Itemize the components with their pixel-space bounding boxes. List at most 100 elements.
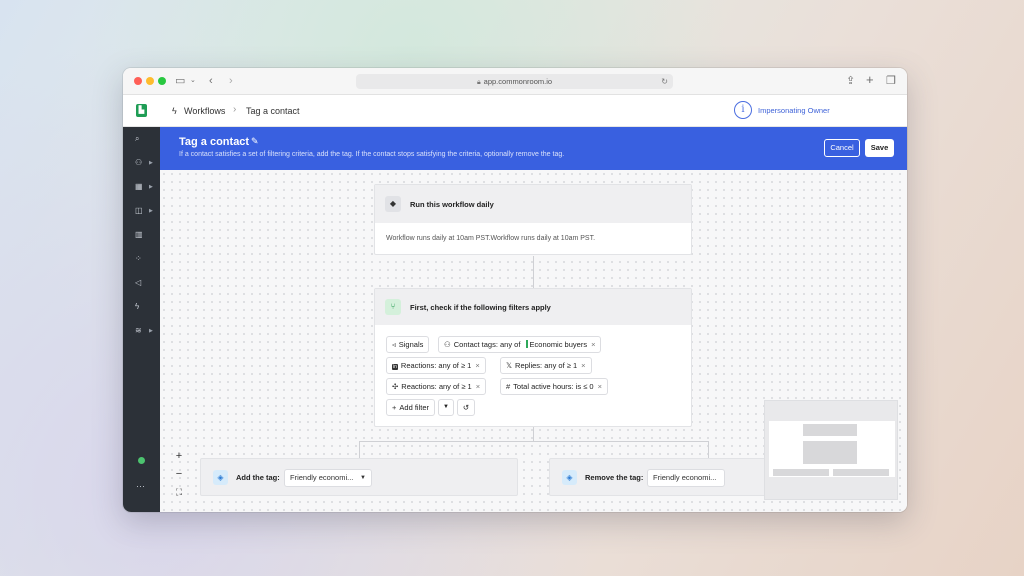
back-icon[interactable]: ‹: [209, 74, 213, 88]
remove-filter-icon[interactable]: ×: [591, 340, 595, 349]
people-icon: ⚇: [135, 158, 143, 167]
lock-icon: 🔒︎: [476, 79, 481, 86]
filters-title: First, check if the following filters ap…: [410, 303, 551, 312]
workflow-canvas[interactable]: ◆ Run this workflow daily Workflow runs …: [160, 170, 907, 512]
more-icon[interactable]: ···: [136, 481, 145, 491]
minimap-viewport: [769, 421, 895, 477]
fit-view-icon[interactable]: ⛶: [172, 485, 186, 499]
caret-right-icon: ▶: [149, 160, 153, 166]
filter-chip-contact-tags[interactable]: ⚇ Contact tags: any of Economic buyers ×: [438, 336, 602, 353]
zoom-out-button[interactable]: −: [172, 467, 186, 481]
chevron-right-icon: ›: [233, 104, 237, 115]
tabs-icon[interactable]: ❐: [886, 74, 896, 88]
chip-label: Signals: [398, 340, 424, 349]
browser-window: ▭ ⌄ ‹ › 🔒︎ app.commonroom.io ↻ ⇪ + ❐ ▙ ϟ …: [123, 68, 907, 512]
x-logo-icon: 𝕏: [506, 361, 513, 370]
browser-toolbar: ▭ ⌄ ‹ › 🔒︎ app.commonroom.io ↻ ⇪ + ❐: [123, 68, 907, 95]
filter-chip-signals[interactable]: ◃ Signals: [386, 336, 430, 353]
chip-label: Reactions: any of ≥ 1: [401, 382, 472, 391]
share-icon[interactable]: ⇪: [846, 74, 855, 88]
workflow-header: Tag a contact ✎ If a contact satisfies a…: [160, 127, 907, 170]
minimap-node: [803, 441, 857, 464]
chip-label: Replies: any of ≥ 1: [515, 361, 578, 370]
undo-icon: ↺: [462, 403, 470, 412]
minimize-window-button[interactable]: [146, 77, 154, 85]
save-button[interactable]: Save: [865, 139, 894, 157]
sidebar-item-insights[interactable]: ≋ ▶: [123, 323, 160, 339]
remove-filter-icon[interactable]: ×: [581, 361, 585, 370]
impersonating-owner-link[interactable]: Impersonating Owner: [758, 106, 830, 115]
maximize-window-button[interactable]: [158, 77, 166, 85]
reload-icon[interactable]: ↻: [661, 74, 668, 89]
dashboard-icon: ▥: [135, 230, 143, 239]
tag-person-icon: ⚇: [444, 340, 451, 349]
chevron-down-icon[interactable]: ⌄: [190, 74, 196, 88]
filter-chip-active-hours[interactable]: # Total active hours: is ≤ 0 ×: [500, 378, 608, 395]
tag-color-swatch: [525, 340, 528, 348]
remove-tag-value: Friendly economi...: [653, 473, 717, 482]
wave-icon: ≋: [135, 326, 142, 335]
add-filter-dropdown-button[interactable]: ▼: [438, 399, 454, 416]
trigger-card-header: ◆ Run this workflow daily: [375, 185, 691, 223]
sidebar-item-conversations[interactable]: ◫ ▶: [123, 203, 160, 219]
status-indicator: [138, 457, 145, 464]
page-title: Tag a contact: [179, 136, 250, 148]
filter-chip-linkedin-reactions[interactable]: in Reactions: any of ≥ 1 ×: [386, 357, 486, 374]
filters-card[interactable]: ⑂ First, check if the following filters …: [374, 288, 692, 427]
cancel-button[interactable]: Cancel: [824, 139, 860, 157]
trigger-title: Run this workflow daily: [410, 200, 494, 209]
url-text: app.commonroom.io: [483, 77, 553, 86]
sidebar-toggle-icon[interactable]: ▭: [175, 74, 185, 88]
remove-tag-label: Remove the tag:: [585, 473, 644, 482]
sidebar-item-apps[interactable]: ⁘: [123, 251, 160, 267]
close-window-button[interactable]: [134, 77, 142, 85]
megaphone-icon: ◁: [135, 278, 142, 287]
sidebar-item-search[interactable]: ⌕: [123, 131, 160, 147]
add-filter-button[interactable]: + Add filter: [386, 399, 435, 416]
remove-filter-icon[interactable]: ×: [598, 382, 602, 391]
reset-filters-button[interactable]: ↺: [457, 399, 475, 416]
breadcrumb-current: Tag a contact: [246, 106, 300, 116]
new-tab-icon[interactable]: +: [866, 73, 874, 87]
connector-line: [359, 441, 708, 442]
caret-down-icon: ▼: [443, 404, 449, 410]
sidebar-item-reports[interactable]: ▥: [123, 227, 160, 243]
chip-label: Contact tags: any of: [453, 340, 521, 349]
breadcrumb-workflows[interactable]: Workflows: [184, 105, 225, 117]
minimap-node: [833, 469, 889, 476]
add-tag-value: Friendly economi...: [290, 473, 354, 482]
add-tag-card[interactable]: ◈ Add the tag: Friendly economi... ▼: [200, 458, 518, 496]
linkedin-icon: in: [392, 364, 398, 370]
minimap[interactable]: [764, 400, 898, 500]
zoom-in-button[interactable]: +: [172, 449, 186, 463]
add-filter-label: Add filter: [399, 403, 429, 412]
remove-filter-icon[interactable]: ×: [475, 361, 479, 370]
connector-line: [359, 441, 360, 458]
forward-icon[interactable]: ›: [229, 74, 233, 88]
lightning-icon: ϟ: [172, 106, 177, 116]
pencil-icon[interactable]: ✎: [251, 136, 259, 147]
signal-icon: ◃: [392, 340, 396, 349]
remove-tag-select[interactable]: Friendly economi...: [647, 469, 725, 487]
caret-right-icon: ▶: [149, 208, 153, 214]
sidebar-item-organizations[interactable]: ▦ ▶: [123, 179, 160, 195]
trigger-card[interactable]: ◆ Run this workflow daily Workflow runs …: [374, 184, 692, 255]
chat-icon: ◫: [135, 206, 143, 215]
add-tag-label: Add the tag:: [236, 473, 280, 482]
filter-chip-x-replies[interactable]: 𝕏 Replies: any of ≥ 1 ×: [500, 357, 592, 374]
search-icon: ⌕: [135, 134, 140, 143]
remove-filter-icon[interactable]: ×: [476, 382, 480, 391]
filter-chip-slack-reactions[interactable]: ✣ Reactions: any of ≥ 1 ×: [386, 378, 487, 395]
sidebar-item-campaigns[interactable]: ◁: [123, 275, 160, 291]
common-room-logo[interactable]: ▙: [136, 104, 147, 117]
trigger-description: Workflow runs daily at 10am PST.Workflow…: [386, 235, 596, 242]
sidebar-item-contacts[interactable]: ⚇ ▶: [123, 155, 160, 171]
grid-icon: ⁘: [135, 254, 142, 263]
connector-line: [708, 441, 709, 458]
building-icon: ▦: [135, 182, 143, 191]
sidebar-item-workflows[interactable]: ϟ: [123, 299, 160, 315]
address-bar[interactable]: 🔒︎ app.commonroom.io ↻: [356, 74, 673, 89]
add-tag-select[interactable]: Friendly economi... ▼: [284, 469, 372, 487]
tag-icon: ◈: [213, 470, 228, 485]
chip-value: Economic buyers: [529, 340, 588, 349]
